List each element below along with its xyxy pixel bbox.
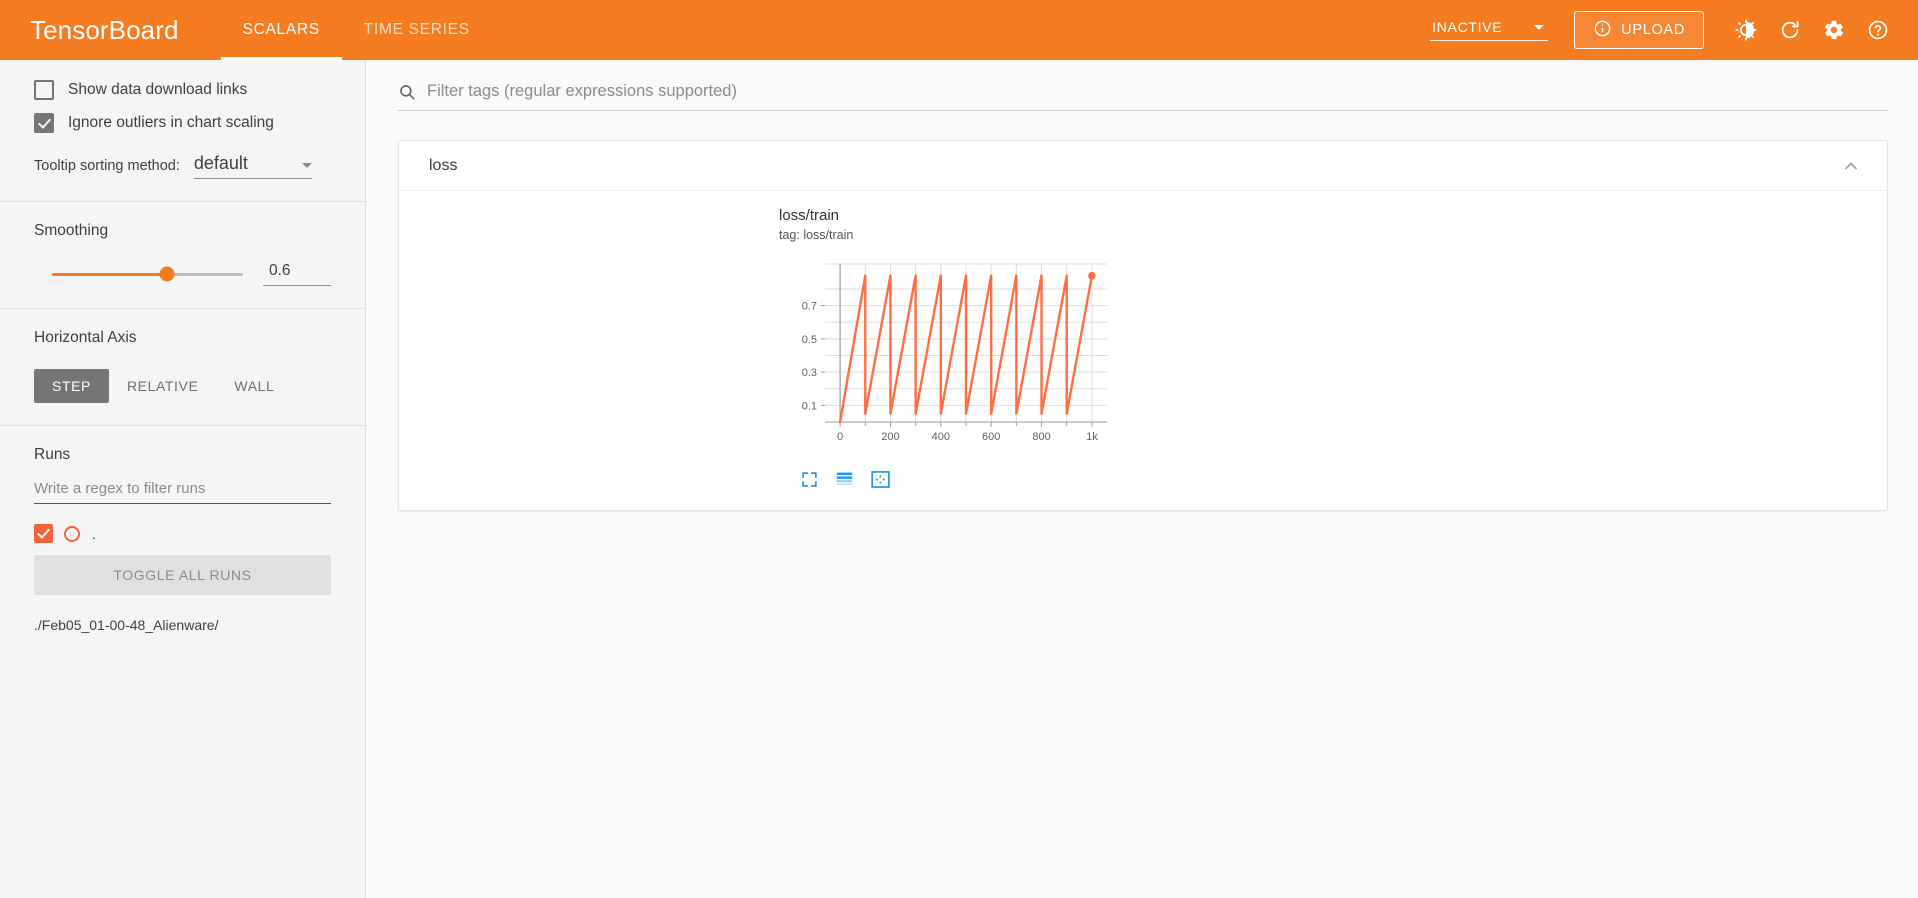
refresh-icon[interactable] (1768, 8, 1812, 52)
ignore-outliers-row[interactable]: Ignore outliers in chart scaling (34, 113, 331, 133)
svg-text:0.7: 0.7 (802, 300, 817, 312)
chevron-up-icon[interactable] (1841, 156, 1861, 176)
run-list-item[interactable]: . (34, 524, 331, 543)
run-color-circle-icon[interactable] (64, 525, 80, 542)
info-circle-icon (1593, 19, 1612, 42)
main-content: Filter tags (regular expressions support… (366, 60, 1918, 898)
help-circle-icon[interactable] (1856, 8, 1900, 52)
tag-group-body: loss/train tag: loss/train 0.1 0.3 0.5 0.7 0… (399, 191, 1887, 510)
ignore-outliers-checkbox[interactable] (34, 113, 54, 133)
show-download-links-row[interactable]: Show data download links (34, 80, 331, 100)
chart-subtitle: tag: loss/train (779, 227, 854, 242)
tab-time-series[interactable]: TIME SERIES (342, 0, 492, 60)
run-checkbox[interactable] (34, 524, 53, 543)
runs-filter-input[interactable]: Write a regex to filter runs (34, 480, 331, 504)
horizontal-axis-section: Horizontal Axis STEP RELATIVE WALL (0, 309, 365, 425)
tooltip-sorting-label: Tooltip sorting method: (34, 158, 180, 174)
smoothing-title: Smoothing (34, 222, 109, 239)
svg-text:400: 400 (932, 431, 950, 443)
tab-scalars-label: SCALARS (242, 21, 320, 38)
run-label: . (92, 525, 96, 542)
tab-time-series-label: TIME SERIES (363, 21, 470, 38)
header-actions: INACTIVE UPLOAD (1430, 0, 1900, 60)
tag-group-card: loss loss/train tag: loss/train 0.1 0.3 0.… (398, 140, 1888, 511)
tag-filter-bar[interactable]: Filter tags (regular expressions support… (398, 82, 1888, 111)
chart-plot-area[interactable]: 0.1 0.3 0.5 0.7 0 200 400 600 800 1k (779, 256, 1169, 461)
tooltip-sorting-row: Tooltip sorting method: default (34, 153, 331, 179)
smoothing-slider-thumb[interactable] (159, 266, 175, 282)
runs-section: Runs Write a regex to filter runs . TOGG… (0, 426, 365, 655)
data-lines-icon[interactable] (835, 471, 854, 488)
toggle-all-runs-button[interactable]: TOGGLE ALL RUNS (34, 555, 331, 595)
tooltip-sorting-value: default (193, 153, 248, 173)
search-icon (398, 83, 416, 101)
horizontal-axis-title: Horizontal Axis (34, 329, 137, 346)
axis-option-wall[interactable]: WALL (216, 369, 292, 403)
chart-title: loss/train (779, 207, 840, 224)
smoothing-control: 0.6 (34, 262, 331, 286)
expand-icon[interactable] (801, 471, 818, 488)
toggle-all-runs-label: TOGGLE ALL RUNS (113, 567, 252, 583)
fit-to-view-icon[interactable] (871, 470, 890, 488)
run-path-label: ./Feb05_01-00-48_Alienware/ (34, 617, 219, 633)
app-title: TensorBoard (30, 14, 179, 45)
svg-text:600: 600 (982, 431, 1000, 443)
svg-text:1k: 1k (1086, 431, 1098, 443)
runs-title: Runs (34, 446, 71, 463)
tag-group-title: loss (429, 156, 458, 174)
chart-toolbar (801, 470, 1169, 488)
brightness-icon[interactable] (1724, 8, 1768, 52)
tag-filter-input[interactable]: Filter tags (regular expressions support… (427, 82, 737, 101)
chevron-down-icon (1534, 24, 1545, 30)
axis-option-relative[interactable]: RELATIVE (109, 369, 216, 403)
smoothing-slider-fill (52, 272, 167, 276)
reload-mode-value: INACTIVE (1432, 19, 1503, 35)
display-options-section: Show data download links Ignore outliers… (0, 60, 365, 201)
svg-text:0.1: 0.1 (802, 400, 817, 412)
app-body: Show data download links Ignore outliers… (0, 60, 1918, 898)
horizontal-axis-options: STEP RELATIVE WALL (34, 369, 331, 403)
app-header: TensorBoard SCALARS TIME SERIES INACTIVE… (0, 0, 1918, 60)
tag-group-header[interactable]: loss (399, 141, 1887, 191)
svg-text:0: 0 (837, 431, 843, 443)
show-download-links-label: Show data download links (68, 81, 248, 98)
tab-scalars[interactable]: SCALARS (220, 0, 343, 60)
smoothing-section: Smoothing 0.6 (0, 202, 365, 308)
show-download-links-checkbox[interactable] (34, 80, 54, 100)
smoothing-value-input[interactable]: 0.6 (263, 262, 331, 286)
axis-option-step[interactable]: STEP (34, 369, 109, 403)
upload-button-label: UPLOAD (1621, 22, 1685, 38)
svg-text:800: 800 (1032, 431, 1050, 443)
chart-svg: 0.1 0.3 0.5 0.7 0 200 400 600 800 1k (802, 263, 1107, 443)
smoothing-slider[interactable] (52, 266, 243, 282)
svg-text:0.5: 0.5 (802, 334, 817, 346)
axis-option-wall-label: WALL (234, 378, 275, 394)
axis-option-relative-label: RELATIVE (126, 378, 199, 394)
chevron-down-icon (301, 163, 312, 168)
upload-button[interactable]: UPLOAD (1574, 11, 1704, 49)
scalar-chart-card: loss/train tag: loss/train 0.1 0.3 0.5 0.7 0… (779, 207, 1169, 488)
nav-tabs: SCALARS TIME SERIES (220, 0, 492, 60)
svg-text:0.3: 0.3 (802, 367, 817, 379)
ignore-outliers-label: Ignore outliers in chart scaling (68, 114, 274, 131)
settings-gear-icon[interactable] (1812, 8, 1856, 52)
svg-text:200: 200 (881, 431, 899, 443)
reload-mode-select[interactable]: INACTIVE (1430, 19, 1549, 41)
settings-sidebar: Show data download links Ignore outliers… (0, 60, 366, 898)
axis-option-step-label: STEP (52, 378, 91, 394)
tooltip-sorting-select[interactable]: default (193, 153, 312, 179)
